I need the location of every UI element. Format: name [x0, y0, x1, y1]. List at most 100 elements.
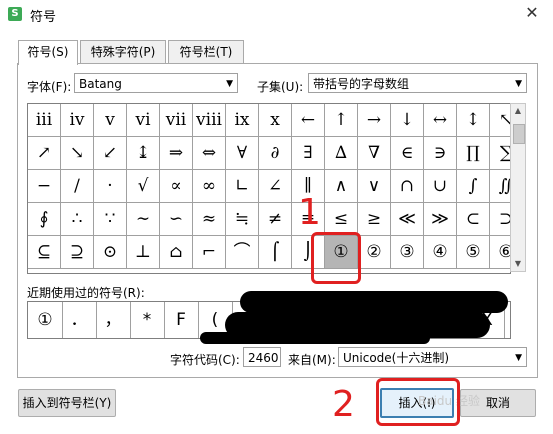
symbol-cell[interactable]: ∕ [61, 170, 94, 203]
symbol-cell[interactable]: ∂ [259, 137, 292, 170]
redaction-scribble [200, 332, 430, 344]
symbol-cell[interactable]: ≒ [226, 203, 259, 236]
symbol-cell[interactable]: ∇ [358, 137, 391, 170]
symbol-cell[interactable]: ↑ [325, 104, 358, 137]
symbol-cell[interactable]: iii [28, 104, 61, 137]
chevron-down-icon: ▼ [226, 79, 233, 89]
close-icon[interactable]: ✕ [521, 3, 543, 23]
scroll-thumb[interactable] [513, 124, 525, 144]
symbol-cell[interactable]: ∨ [358, 170, 391, 203]
symbol-cell[interactable]: ∴ [61, 203, 94, 236]
symbol-cell[interactable]: ⌠ [259, 236, 292, 269]
symbol-cell[interactable]: v [94, 104, 127, 137]
symbol-cell[interactable]: ∵ [94, 203, 127, 236]
symbol-cell[interactable]: ∟ [226, 170, 259, 203]
symbol-cell[interactable]: ∪ [424, 170, 457, 203]
symbol-cell[interactable]: ∼ [127, 203, 160, 236]
scroll-up-icon[interactable]: ▲ [511, 104, 525, 118]
symbol-cell[interactable]: ∑ [490, 137, 510, 170]
symbol-cell[interactable]: ↖ [490, 104, 510, 137]
tab-symbol-bar[interactable]: 符号栏(T) [168, 40, 244, 63]
symbol-cell[interactable]: ≈ [193, 203, 226, 236]
char-code-label: 字符代码(C): [170, 353, 240, 367]
symbol-cell[interactable]: ≫ [424, 203, 457, 236]
symbol-cell[interactable]: ⊃ [490, 203, 510, 236]
symbol-cell[interactable]: vii [160, 104, 193, 137]
symbol-cell[interactable]: ∃ [292, 137, 325, 170]
symbol-cell[interactable]: ∧ [325, 170, 358, 203]
symbol-cell[interactable]: ≪ [391, 203, 424, 236]
char-code-input[interactable]: 2460 [243, 347, 281, 367]
symbol-cell[interactable]: ∮ [28, 203, 61, 236]
symbol-cell[interactable]: viii [193, 104, 226, 137]
tab-special-chars[interactable]: 特殊字符(P) [80, 40, 166, 63]
symbol-cell[interactable]: ≥ [358, 203, 391, 236]
symbol-cell[interactable]: ⊂ [457, 203, 490, 236]
subset-label: 子集(U): [257, 80, 304, 94]
symbol-cell[interactable]: ↓ [391, 104, 424, 137]
symbol-cell[interactable]: ② [358, 236, 391, 269]
symbol-cell[interactable]: ⇒ [160, 137, 193, 170]
symbol-cell[interactable]: ⑥ [490, 236, 510, 269]
symbol-cell[interactable]: ∈ [391, 137, 424, 170]
symbol-cell[interactable]: ∋ [424, 137, 457, 170]
symbol-cell[interactable]: ⊙ [94, 236, 127, 269]
symbol-cell[interactable]: ↕ [457, 104, 490, 137]
symbol-cell[interactable]: ← [292, 104, 325, 137]
symbol-cell[interactable]: ∏ [457, 137, 490, 170]
symbol-cell[interactable]: ↙ [94, 137, 127, 170]
symbol-cell[interactable]: x [259, 104, 292, 137]
symbol-cell[interactable]: ⇔ [193, 137, 226, 170]
symbol-cell[interactable]: vi [127, 104, 160, 137]
symbol-cell[interactable]: ③ [391, 236, 424, 269]
symbol-cell[interactable]: ∠ [259, 170, 292, 203]
symbol-cell[interactable]: ≠ [259, 203, 292, 236]
scroll-down-icon[interactable]: ▼ [511, 257, 525, 271]
recent-symbol-cell[interactable]: ． [62, 302, 97, 338]
symbol-cell[interactable]: ∞ [193, 170, 226, 203]
symbol-cell[interactable]: ∀ [226, 137, 259, 170]
symbol-cell[interactable]: · [94, 170, 127, 203]
symbol-cell[interactable]: ∝ [160, 170, 193, 203]
symbol-cell[interactable]: ⑤ [457, 236, 490, 269]
subset-dropdown[interactable]: 带括号的字母数组 ▼ [308, 73, 527, 93]
symbol-cell[interactable]: ⌐ [193, 236, 226, 269]
symbol-cell[interactable]: ↨ [127, 137, 160, 170]
tab-symbols[interactable]: 符号(S) [18, 40, 78, 65]
recent-symbol-cell[interactable]: ① [28, 302, 63, 338]
symbol-cell[interactable]: ⊥ [127, 236, 160, 269]
font-label: 字体(F): [27, 80, 72, 94]
annotation-box-1 [311, 232, 361, 284]
annotation-number-2: 2 [332, 384, 355, 425]
symbol-cell[interactable]: ④ [424, 236, 457, 269]
window-title: 符号 [30, 10, 57, 25]
recent-symbol-cell[interactable]: ， [96, 302, 131, 338]
symbol-cell[interactable]: ⊆ [28, 236, 61, 269]
symbol-grid: iiiivvviviiviiiixx←↑→↓↔↕↖ ↗↘↙↨⇒⇔∀∂∃∆∇∈∋∏∑… [27, 103, 511, 274]
symbol-cell[interactable]: ↗ [28, 137, 61, 170]
app-icon: S [8, 7, 22, 21]
chevron-down-icon: ▼ [515, 353, 522, 363]
symbol-cell[interactable]: ⌒ [226, 236, 259, 269]
symbol-cell[interactable]: ↔ [424, 104, 457, 137]
grid-scrollbar[interactable]: ▲ ▼ [510, 103, 526, 272]
symbol-cell[interactable]: ∆ [325, 137, 358, 170]
font-dropdown[interactable]: Batang ▼ [74, 73, 238, 93]
symbol-cell[interactable]: iv [61, 104, 94, 137]
from-value: Unicode(十六进制) [343, 351, 450, 365]
symbol-cell[interactable]: ∬ [490, 170, 510, 203]
symbol-cell[interactable]: ⊇ [61, 236, 94, 269]
symbol-cell[interactable]: ∩ [391, 170, 424, 203]
recent-symbol-cell[interactable]: F [164, 302, 199, 338]
from-dropdown[interactable]: Unicode(十六进制) ▼ [338, 347, 527, 367]
recent-symbol-cell[interactable]: * [130, 302, 165, 338]
insert-to-bar-button[interactable]: 插入到符号栏(Y) [18, 389, 116, 417]
symbol-cell[interactable]: ix [226, 104, 259, 137]
symbol-cell[interactable]: → [358, 104, 391, 137]
symbol-cell[interactable]: √ [127, 170, 160, 203]
symbol-cell[interactable]: ↘ [61, 137, 94, 170]
symbol-cell[interactable]: ∽ [160, 203, 193, 236]
symbol-cell[interactable]: ∫ [457, 170, 490, 203]
symbol-cell[interactable]: ⌂ [160, 236, 193, 269]
symbol-cell[interactable]: − [28, 170, 61, 203]
